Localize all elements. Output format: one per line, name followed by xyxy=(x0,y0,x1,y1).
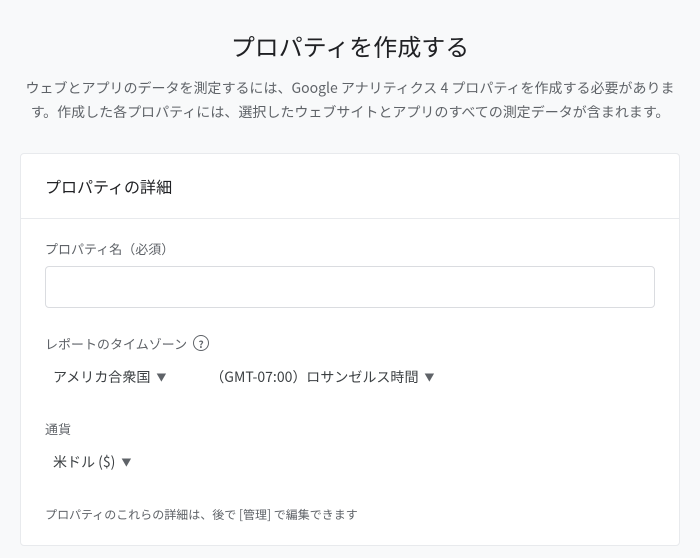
chevron-down-icon: ▼ xyxy=(424,369,434,384)
property-detail-card: プロパティの詳細 プロパティ名（必須） レポートのタイムゾーン ? アメリカ合衆… xyxy=(20,153,680,546)
page-title: プロパティを作成する xyxy=(20,28,680,63)
property-name-label: プロパティ名（必須） xyxy=(45,239,655,258)
page-subtitle: ウェブとアプリのデータを測定するには、Google アナリティクス 4 プロパテ… xyxy=(20,77,680,125)
help-icon[interactable]: ? xyxy=(193,335,209,351)
property-name-input[interactable] xyxy=(45,266,655,308)
page-header: プロパティを作成する ウェブとアプリのデータを測定するには、Google アナリ… xyxy=(0,0,700,141)
card-body: プロパティ名（必須） レポートのタイムゾーン ? アメリカ合衆国 ▼ （GMT-… xyxy=(21,219,679,545)
timezone-label-row: レポートのタイムゾーン ? xyxy=(45,334,655,353)
card-heading: プロパティの詳細 xyxy=(21,154,679,219)
timezone-dropdown[interactable]: （GMT-07:00）ロサンゼルス時間 ▼ xyxy=(202,361,434,393)
timezone-label: レポートのタイムゾーン xyxy=(45,334,187,353)
country-value: アメリカ合衆国 xyxy=(53,367,150,387)
country-dropdown[interactable]: アメリカ合衆国 ▼ xyxy=(45,361,166,393)
currency-value: 米ドル ($) xyxy=(53,452,115,472)
chevron-down-icon: ▼ xyxy=(121,454,131,469)
timezone-value: （GMT-07:00）ロサンゼルス時間 xyxy=(210,367,418,387)
footer-hint: プロパティのこれらの詳細は、後で [管理] で編集できます xyxy=(45,506,655,523)
chevron-down-icon: ▼ xyxy=(156,369,166,384)
currency-label: 通貨 xyxy=(45,419,655,438)
currency-dropdown[interactable]: 米ドル ($) ▼ xyxy=(45,446,131,478)
timezone-dropdown-row: アメリカ合衆国 ▼ （GMT-07:00）ロサンゼルス時間 ▼ xyxy=(45,361,655,393)
